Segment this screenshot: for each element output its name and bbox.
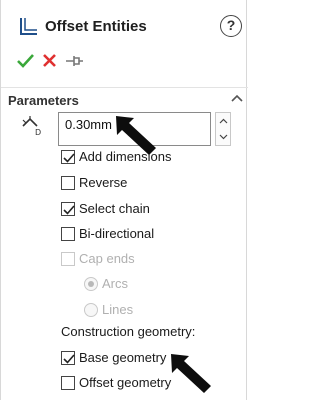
close-icon[interactable] bbox=[39, 50, 61, 72]
checkmark-icon bbox=[63, 153, 75, 163]
offset-stepper[interactable] bbox=[215, 112, 231, 146]
base-geometry-checkbox[interactable] bbox=[61, 351, 75, 365]
svg-text:D: D bbox=[35, 128, 41, 137]
lines-label: Lines bbox=[102, 302, 134, 317]
arcs-radio bbox=[84, 277, 98, 291]
offset-geometry-checkbox[interactable] bbox=[61, 376, 75, 390]
check-icon[interactable] bbox=[15, 50, 37, 72]
cap-ends-label: Cap ends bbox=[79, 251, 135, 266]
checkmark-icon bbox=[63, 205, 75, 215]
bi-directional-checkbox[interactable] bbox=[61, 227, 75, 241]
chevron-up-icon[interactable] bbox=[219, 117, 228, 126]
offset-geometry-label: Offset geometry bbox=[79, 375, 172, 390]
title-bar: Offset Entities ? bbox=[1, 14, 248, 44]
action-toolbar bbox=[1, 50, 248, 74]
construction-geometry-label: Construction geometry: bbox=[61, 324, 196, 339]
reverse-label: Reverse bbox=[79, 175, 128, 190]
help-icon[interactable]: ? bbox=[220, 15, 242, 37]
arcs-label: Arcs bbox=[102, 276, 128, 291]
select-chain-label: Select chain bbox=[79, 201, 150, 216]
chevron-down-icon[interactable] bbox=[219, 132, 228, 141]
callout-arrow-icon bbox=[171, 354, 211, 393]
pushpin-icon[interactable] bbox=[63, 50, 85, 72]
offset-entities-icon bbox=[20, 18, 37, 35]
reverse-checkbox[interactable] bbox=[61, 176, 75, 190]
select-chain-checkbox[interactable] bbox=[61, 202, 75, 216]
chevron-up-icon[interactable] bbox=[230, 92, 244, 104]
parameters-section-header[interactable]: Parameters bbox=[1, 87, 248, 109]
page-title: Offset Entities bbox=[45, 18, 147, 35]
property-manager-panel: Offset Entities ? Parameters D 0.30mm Ad… bbox=[0, 0, 248, 400]
checkmark-icon bbox=[63, 354, 75, 364]
callout-arrow-icon bbox=[116, 116, 156, 155]
cap-ends-checkbox bbox=[61, 252, 75, 266]
offset-distance-value: 0.30mm bbox=[65, 117, 112, 132]
section-title: Parameters bbox=[8, 93, 79, 108]
lines-radio bbox=[84, 303, 98, 317]
base-geometry-label: Base geometry bbox=[79, 350, 167, 365]
add-dimensions-checkbox[interactable] bbox=[61, 150, 75, 164]
offset-distance-icon: D bbox=[22, 116, 41, 137]
bi-directional-label: Bi-directional bbox=[79, 226, 155, 241]
